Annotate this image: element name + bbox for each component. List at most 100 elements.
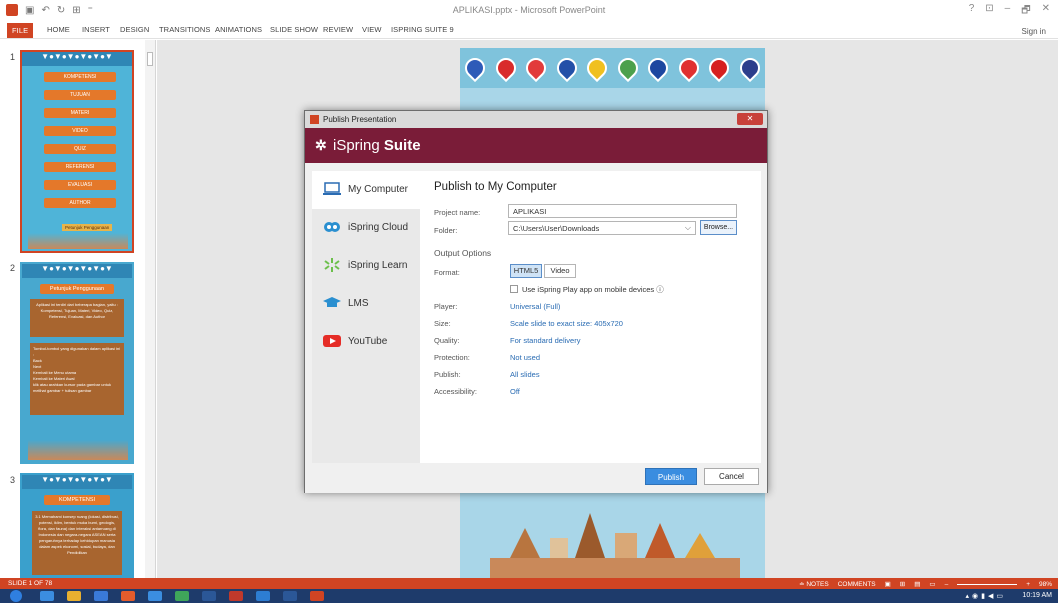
tab-ispring-suite[interactable]: ISPRING SUITE 9	[391, 25, 454, 34]
folder-label: Folder:	[434, 226, 458, 235]
player-label: Player:	[434, 302, 458, 311]
protection-label: Protection:	[434, 353, 470, 362]
mobile-app-checkbox[interactable]	[510, 285, 518, 293]
flag-icon	[613, 53, 642, 83]
tab-transitions[interactable]: TRANSITIONS	[159, 25, 211, 34]
ribbon-display-options-icon[interactable]: ⊡	[985, 3, 993, 20]
project-name-input[interactable]: APLIKASI	[508, 204, 737, 218]
tab-design[interactable]: DESIGN	[120, 25, 149, 34]
flag-icon	[583, 53, 612, 83]
thumbnail-slide-3[interactable]: ▼●▼●▼●▼●▼●▼ KOMPETENSI 3.1 Memahami kons…	[20, 473, 134, 578]
slide-show-icon[interactable]: ▭	[929, 580, 935, 588]
zoom-out-icon[interactable]: –	[945, 581, 949, 588]
thumb-slide-title: Petunjuk Penggunaan	[40, 284, 114, 294]
dialog-close-button[interactable]: ✕	[737, 113, 763, 125]
taskbar-app-icon[interactable]	[229, 591, 243, 601]
tab-view[interactable]: VIEW	[362, 25, 382, 34]
zoom-in-icon[interactable]: +	[1026, 581, 1030, 588]
quality-link[interactable]: For standard delivery	[510, 336, 580, 345]
tab-file[interactable]: FILE	[7, 23, 34, 38]
system-tray-icons[interactable]: ▴◉▮◀▭	[966, 592, 1006, 600]
folder-icon[interactable]	[67, 591, 81, 601]
taskbar-app-icon[interactable]	[148, 591, 162, 601]
tab-animations[interactable]: ANIMATIONS	[215, 25, 262, 34]
taskbar-app-icon[interactable]	[94, 591, 108, 601]
restore-icon[interactable]: 🗗	[1021, 3, 1030, 20]
thumb-nav-title: Tombol-tombol yang digunakan dalam aplik…	[33, 346, 121, 357]
thumb-menu-button: AUTHOR	[44, 198, 116, 208]
taskbar-app-icon[interactable]	[283, 591, 297, 601]
tab-review[interactable]: REVIEW	[323, 25, 353, 34]
format-video-button[interactable]: Video	[544, 264, 576, 278]
slide-indicator: SLIDE 1 OF 78	[8, 580, 53, 587]
tab-slide-show[interactable]: SLIDE SHOW	[270, 25, 318, 34]
skyline-image	[28, 440, 128, 460]
chevron-down-icon: ⌵	[684, 223, 691, 232]
browse-button[interactable]: Browse...	[700, 220, 737, 235]
taskbar-app-icon[interactable]	[40, 591, 54, 601]
flag-banner	[460, 48, 765, 88]
tab-insert[interactable]: INSERT	[82, 25, 110, 34]
flag-banner: ▼●▼●▼●▼●▼●▼	[22, 264, 132, 278]
close-icon[interactable]: ✕	[1042, 3, 1050, 20]
sign-in-link[interactable]: Sign in	[1022, 27, 1046, 36]
start-button-icon[interactable]	[10, 590, 22, 602]
folder-value: C:\Users\User\Downloads	[513, 224, 600, 233]
thumb-number: 2	[10, 263, 16, 273]
publish-range-link[interactable]: All slides	[510, 370, 540, 379]
accessibility-link[interactable]: Off	[510, 387, 520, 396]
help-icon[interactable]: ?	[969, 3, 975, 20]
quality-label: Quality:	[434, 336, 460, 345]
reading-view-icon[interactable]: ▤	[914, 580, 920, 588]
sidebar-item-label: iSpring Cloud	[348, 222, 409, 233]
sidebar-item-label: YouTube	[348, 336, 388, 347]
zoom-level[interactable]: 98%	[1039, 581, 1052, 588]
mobile-app-checkbox-label[interactable]: Use iSpring Play app on mobile devices ⓘ	[522, 284, 664, 295]
thumbnail-slide-2[interactable]: ▼●▼●▼●▼●▼●▼ Petunjuk Penggunaan Aplikasi…	[20, 262, 134, 464]
sidebar-item-my-computer[interactable]: My Computer	[312, 171, 420, 209]
thumbnail-slide-1[interactable]: ▼●▼●▼●▼●▼●▼ KOMPETENSI TUJUAN MATERI VID…	[20, 50, 134, 253]
dialog-title-bar: Publish Presentation ✕	[305, 111, 767, 128]
sidebar-item-label: LMS	[348, 298, 369, 309]
size-link[interactable]: Scale slide to exact size: 405x720	[510, 319, 623, 328]
chrome-icon[interactable]	[175, 591, 189, 601]
sidebar-item-ispring-cloud[interactable]: iSpring Cloud	[312, 209, 420, 247]
thumb-slide-title: KOMPETENSI	[44, 495, 110, 505]
sidebar-item-youtube[interactable]: YouTube	[312, 323, 420, 361]
flag-icon	[491, 53, 520, 83]
cancel-button[interactable]: Cancel	[704, 468, 759, 485]
laptop-icon	[323, 182, 341, 195]
notes-button[interactable]: ≐ NOTES	[799, 580, 829, 588]
thumb-menu-button: TUJUAN	[44, 90, 116, 100]
format-html5-button[interactable]: HTML5	[510, 264, 542, 278]
zoom-slider[interactable]	[957, 583, 1018, 585]
thumb-menu-button: QUIZ	[44, 144, 116, 154]
sidebar-item-ispring-learn[interactable]: iSpring Learn	[312, 247, 420, 285]
ispring-app-icon	[310, 115, 319, 124]
scrollbar-thumb[interactable]	[147, 52, 153, 66]
sidebar-item-label: My Computer	[348, 184, 409, 195]
publish-range-label: Publish:	[434, 370, 461, 379]
slide-sorter-icon[interactable]: ⊞	[900, 580, 905, 588]
taskbar-clock[interactable]: 10:19 AM	[1022, 592, 1052, 599]
sidebar-item-lms[interactable]: LMS	[312, 285, 420, 323]
flag-banner: ▼●▼●▼●▼●▼●▼	[22, 52, 132, 66]
taskbar-app-icon[interactable]	[256, 591, 270, 601]
protection-link[interactable]: Not used	[510, 353, 540, 362]
folder-select[interactable]: C:\Users\User\Downloads ⌵	[508, 221, 696, 235]
dialog-title: Publish Presentation	[323, 115, 397, 124]
comments-button[interactable]: COMMENTS	[838, 581, 876, 588]
status-bar: SLIDE 1 OF 78 ≐ NOTES COMMENTS ▣ ⊞ ▤ ▭ –…	[0, 578, 1058, 589]
normal-view-icon[interactable]: ▣	[885, 580, 891, 588]
slide-thumbnail-pane: 1 ▼●▼●▼●▼●▼●▼ KOMPETENSI TUJUAN MATERI V…	[0, 40, 156, 578]
minimize-icon[interactable]: –	[1005, 3, 1011, 20]
player-link[interactable]: Universal (Full)	[510, 302, 560, 311]
powerpoint-taskbar-icon[interactable]	[310, 591, 324, 601]
panel-heading: Publish to My Computer	[434, 181, 557, 193]
youtube-icon	[323, 335, 341, 347]
word-icon[interactable]	[202, 591, 216, 601]
tab-home[interactable]: HOME	[47, 25, 70, 34]
thumbnail-scrollbar[interactable]	[145, 40, 155, 578]
publish-button[interactable]: Publish	[645, 468, 697, 485]
taskbar-app-icon[interactable]	[121, 591, 135, 601]
